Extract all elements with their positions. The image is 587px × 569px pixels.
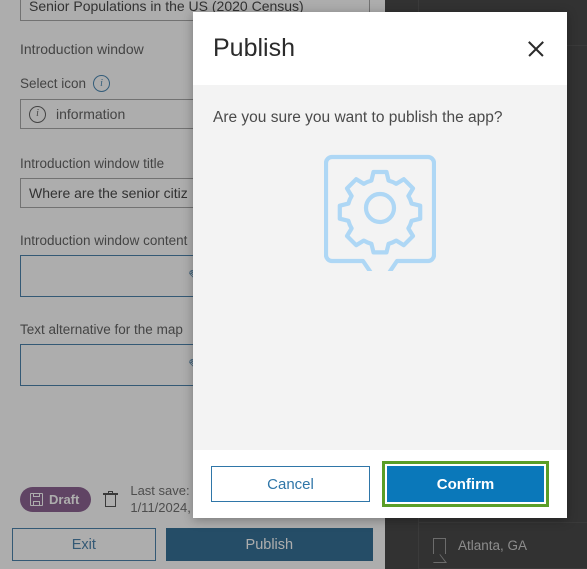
dialog-title: Publish	[213, 34, 295, 62]
dialog-header: Publish	[193, 12, 567, 85]
dialog-message: Are you sure you want to publish the app…	[213, 109, 503, 126]
gear-callout-icon	[324, 154, 436, 271]
cancel-button[interactable]: Cancel	[211, 466, 370, 502]
dialog-footer: Cancel Confirm	[193, 450, 567, 518]
publish-dialog: Publish Are you sure you want to publish…	[193, 12, 567, 518]
close-icon[interactable]	[523, 36, 549, 62]
confirm-button-highlight: Confirm	[382, 461, 549, 507]
dialog-body: Are you sure you want to publish the app…	[193, 85, 567, 450]
publish-illustration	[213, 151, 547, 271]
confirm-button[interactable]: Confirm	[387, 466, 544, 502]
